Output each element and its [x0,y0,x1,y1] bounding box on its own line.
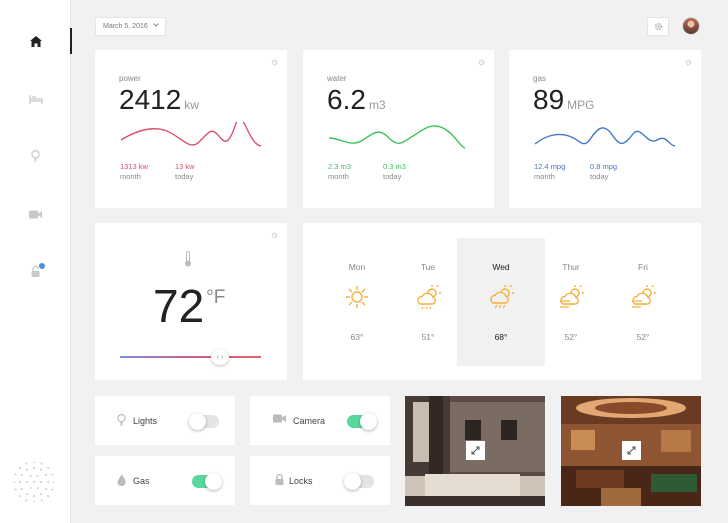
metric-value: 6.2 m3 [327,84,386,115]
sidebar [0,0,72,523]
gas-control: Gas [95,456,235,505]
gear-icon[interactable] [478,59,485,66]
stat-month: 12.4 mpg month [534,162,566,181]
stat-month: 1313 kw month [120,162,148,181]
metric-label: gas [533,74,546,83]
nav-camera[interactable] [0,199,71,229]
water-sparkline [328,125,466,149]
camera-feed-bedroom[interactable] [405,396,545,506]
metric-label: power [119,74,141,83]
rain-cloud-icon [490,285,514,309]
lights-label: Lights [133,416,158,426]
camera-icon [29,210,42,218]
flame-icon [117,474,126,486]
windy-sun-icon [560,285,584,308]
camera-control: Camera [250,396,390,445]
home-icon [29,35,42,47]
sun-icon [346,286,368,308]
locks-control: Locks [250,456,390,505]
power-card: power 2412 kw 1313 kw month 13 kw today [95,50,287,208]
camera-label: Camera [293,416,326,426]
gas-card: gas 89 MPG 12.4 mpg month 0.8 mpg today [509,50,701,208]
lights-toggle[interactable] [189,413,219,430]
bulb-icon [117,414,126,426]
gear-icon[interactable] [685,59,692,66]
avatar[interactable] [682,17,700,35]
temperature-value: 72 °F [153,280,226,332]
metric-value: 2412 kw [119,84,199,115]
thermometer-icon [185,251,191,267]
lock-icon [275,474,284,485]
bulb-icon [31,150,40,162]
expand-button[interactable] [466,441,485,460]
nav-locks[interactable] [0,256,71,286]
stat-today: 13 kw today [175,162,195,181]
expand-button[interactable] [622,441,641,460]
stat-month: 2.3 m3 month [328,162,351,181]
weather-day[interactable]: Fri 52° [599,238,687,366]
camera-icon [273,414,286,423]
gas-sparkline [534,127,676,147]
notification-dot [39,263,45,269]
locks-toggle[interactable] [344,473,374,490]
power-sparkline [120,122,262,147]
camera-toggle[interactable] [347,413,377,430]
camera-feed-living-room[interactable] [561,396,701,506]
gear-icon[interactable] [271,232,278,239]
expand-icon [627,446,636,455]
nav-lights[interactable] [0,141,71,171]
lights-control: Lights [95,396,235,445]
stat-today: 0.3 m3 today [383,162,406,181]
nav-home[interactable] [0,26,72,56]
date-selector[interactable]: March 5, 2016 [95,17,166,36]
water-card: water 6.2 m3 2.3 m3 month 0.3 m3 today [303,50,494,208]
bed-icon [28,94,43,104]
gas-toggle[interactable] [192,473,222,490]
nav-bedroom[interactable] [0,84,71,114]
stat-today: 0.8 mpg today [590,162,618,181]
expand-icon [471,446,480,455]
windy-sun-icon [632,285,656,308]
dots-logo-icon [14,462,54,502]
gas-label: Gas [133,476,150,486]
thermostat-card: 72 °F ‹ › [95,223,287,380]
metric-value: 89 MPG [533,84,595,115]
temperature-slider-handle[interactable]: ‹ › [211,349,229,365]
gear-icon[interactable] [271,59,278,66]
locks-label: Locks [289,476,313,486]
chevron-down-icon [153,23,159,27]
temperature-slider-track[interactable] [120,356,261,358]
settings-button[interactable] [647,17,669,36]
metric-label: water [327,74,347,83]
date-label: March 5, 2016 [103,23,148,30]
partly-cloudy-icon [417,285,441,310]
gear-icon [654,22,662,31]
weather-card: Mon 63° Tue 51° Wed 68° Thur 52° Fri 52° [303,223,701,380]
